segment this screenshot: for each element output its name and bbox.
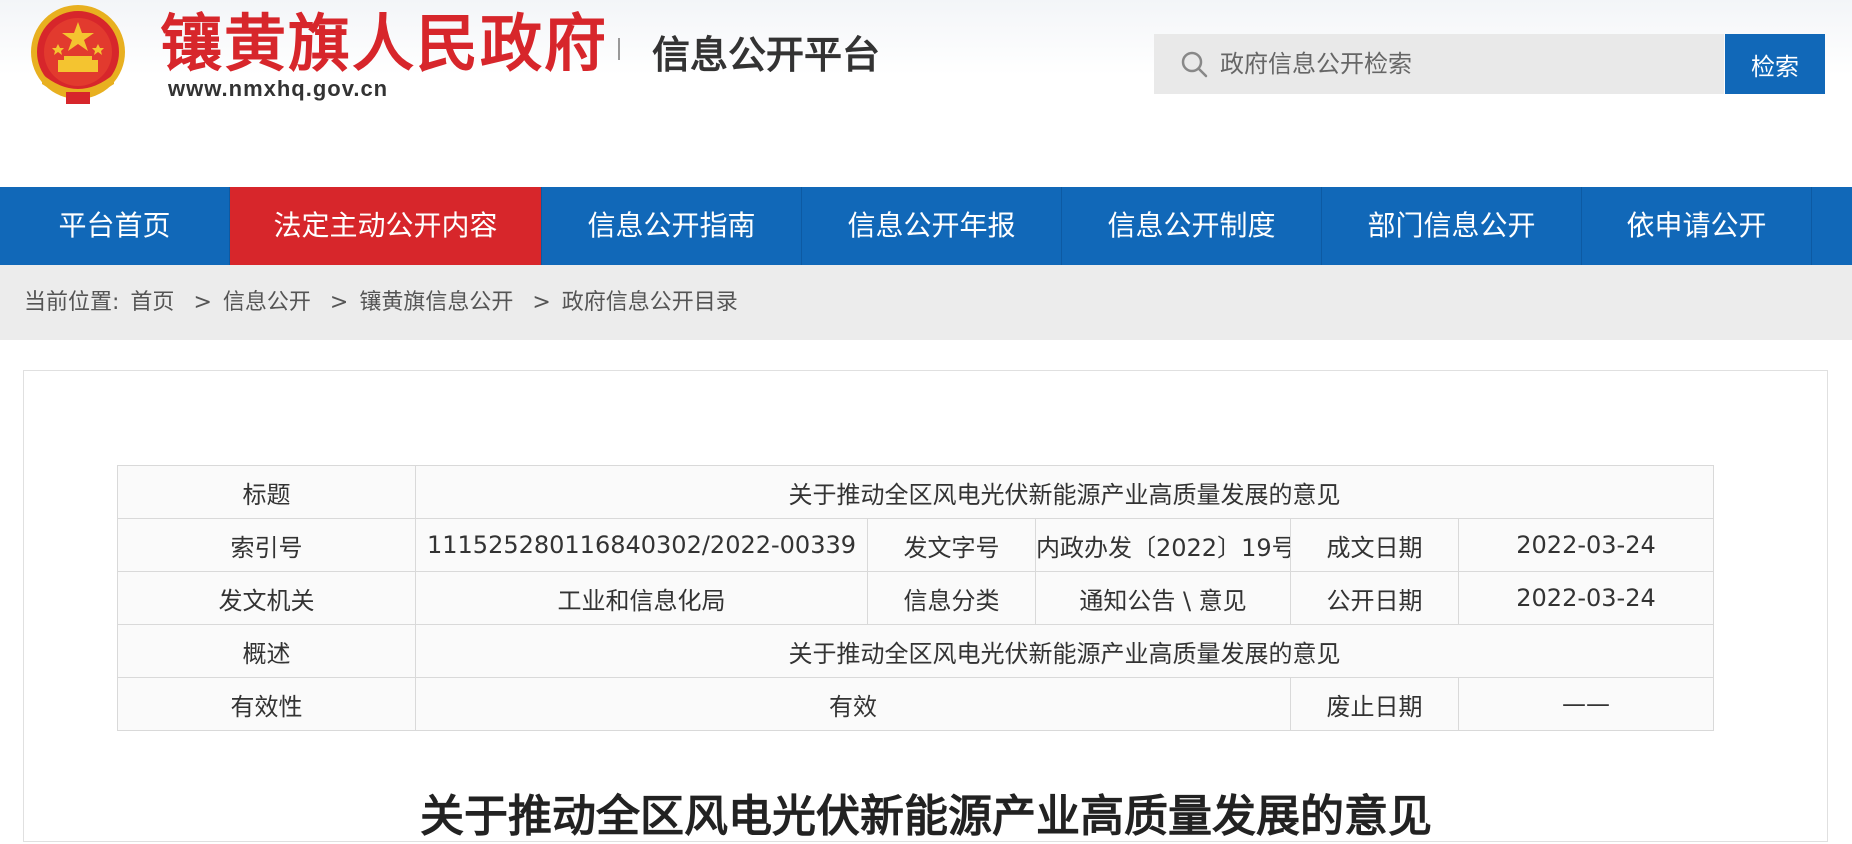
nav-item-home[interactable]: 平台首页 xyxy=(0,187,230,265)
breadcrumb-catalog[interactable]: 政府信息公开目录 xyxy=(562,290,738,315)
search-box xyxy=(1154,34,1724,94)
nav-item-statutory-disclosure[interactable]: 法定主动公开内容 xyxy=(230,187,542,265)
breadcrumb-separator: > xyxy=(532,290,551,315)
category-value: 通知公告 \ 意见 xyxy=(1035,571,1291,625)
category-label: 信息分类 xyxy=(867,571,1036,625)
site-url: www.nmxhq.gov.cn xyxy=(168,76,389,101)
header-divider xyxy=(618,38,620,60)
nav-item-apply-disclosure[interactable]: 依申请公开 xyxy=(1582,187,1812,265)
search-icon xyxy=(1181,51,1208,78)
document-meta-table: 标题 关于推动全区风电光伏新能源产业高质量发展的意见 索引号 111525280… xyxy=(117,465,1715,731)
publish-label: 公开日期 xyxy=(1290,571,1459,625)
search-input[interactable] xyxy=(1220,34,1710,94)
breadcrumb-separator: > xyxy=(329,290,349,315)
summary-label: 概述 xyxy=(117,624,416,678)
title-label: 标题 xyxy=(117,465,416,519)
table-row: 索引号 111525280116840302/2022-00339 发文字号 内… xyxy=(117,518,1715,572)
doc-no-value: 内政办发〔2022〕19号 xyxy=(1035,518,1291,572)
summary-value: 关于推动全区风电光伏新能源产业高质量发展的意见 xyxy=(414,624,1715,678)
date-value: 2022-03-24 xyxy=(1457,518,1715,572)
nav-item-disclosure-system[interactable]: 信息公开制度 xyxy=(1062,187,1322,265)
abolish-value: —— xyxy=(1457,677,1715,731)
site-header: 镶黄旗人民政府 www.nmxhq.gov.cn 信息公开平台 检索 xyxy=(0,0,1852,187)
index-value: 111525280116840302/2022-00339 xyxy=(415,518,868,572)
date-label: 成文日期 xyxy=(1290,518,1459,572)
title-value: 关于推动全区风电光伏新能源产业高质量发展的意见 xyxy=(414,465,1715,519)
breadcrumb-separator: > xyxy=(193,290,212,315)
breadcrumb-home[interactable]: 首页 xyxy=(130,290,174,315)
table-row: 标题 关于推动全区风电光伏新能源产业高质量发展的意见 xyxy=(117,465,1715,519)
breadcrumb-prefix: 当前位置: xyxy=(24,290,120,315)
platform-title: 信息公开平台 xyxy=(652,33,881,77)
publish-value: 2022-03-24 xyxy=(1457,571,1715,625)
nav-item-department-info[interactable]: 部门信息公开 xyxy=(1322,187,1582,265)
nav-item-annual-report[interactable]: 信息公开年报 xyxy=(802,187,1062,265)
doc-no-label: 发文字号 xyxy=(867,518,1036,572)
validity-label: 有效性 xyxy=(117,677,416,731)
search-button[interactable]: 检索 xyxy=(1725,34,1825,94)
document-title: 关于推动全区风电光伏新能源产业高质量发展的意见 xyxy=(420,791,1432,842)
national-emblem-icon xyxy=(31,5,125,104)
issuer-label: 发文机关 xyxy=(117,571,416,625)
table-row: 有效性 有效 废止日期 —— xyxy=(117,677,1715,731)
issuer-value: 工业和信息化局 xyxy=(415,571,868,625)
table-row: 发文机关 工业和信息化局 信息分类 通知公告 \ 意见 公开日期 2022-03… xyxy=(117,571,1715,625)
site-name: 镶黄旗人民政府 xyxy=(160,7,609,80)
breadcrumb-xhq-disclosure[interactable]: 镶黄旗信息公开 xyxy=(359,290,513,315)
main-nav: 平台首页 法定主动公开内容 信息公开指南 信息公开年报 信息公开制度 部门信息公… xyxy=(0,187,1852,265)
breadcrumb-info-disclosure[interactable]: 信息公开 xyxy=(223,290,311,315)
validity-value: 有效 xyxy=(415,677,1291,731)
abolish-label: 废止日期 xyxy=(1290,677,1459,731)
breadcrumb: 当前位置: 首页 > 信息公开 > 镶黄旗信息公开 > 政府信息公开目录 xyxy=(24,265,742,340)
table-row: 概述 关于推动全区风电光伏新能源产业高质量发展的意见 xyxy=(117,624,1715,678)
index-label: 索引号 xyxy=(117,518,416,572)
breadcrumb-bar: 当前位置: 首页 > 信息公开 > 镶黄旗信息公开 > 政府信息公开目录 xyxy=(0,265,1852,340)
nav-item-disclosure-guide[interactable]: 信息公开指南 xyxy=(542,187,802,265)
